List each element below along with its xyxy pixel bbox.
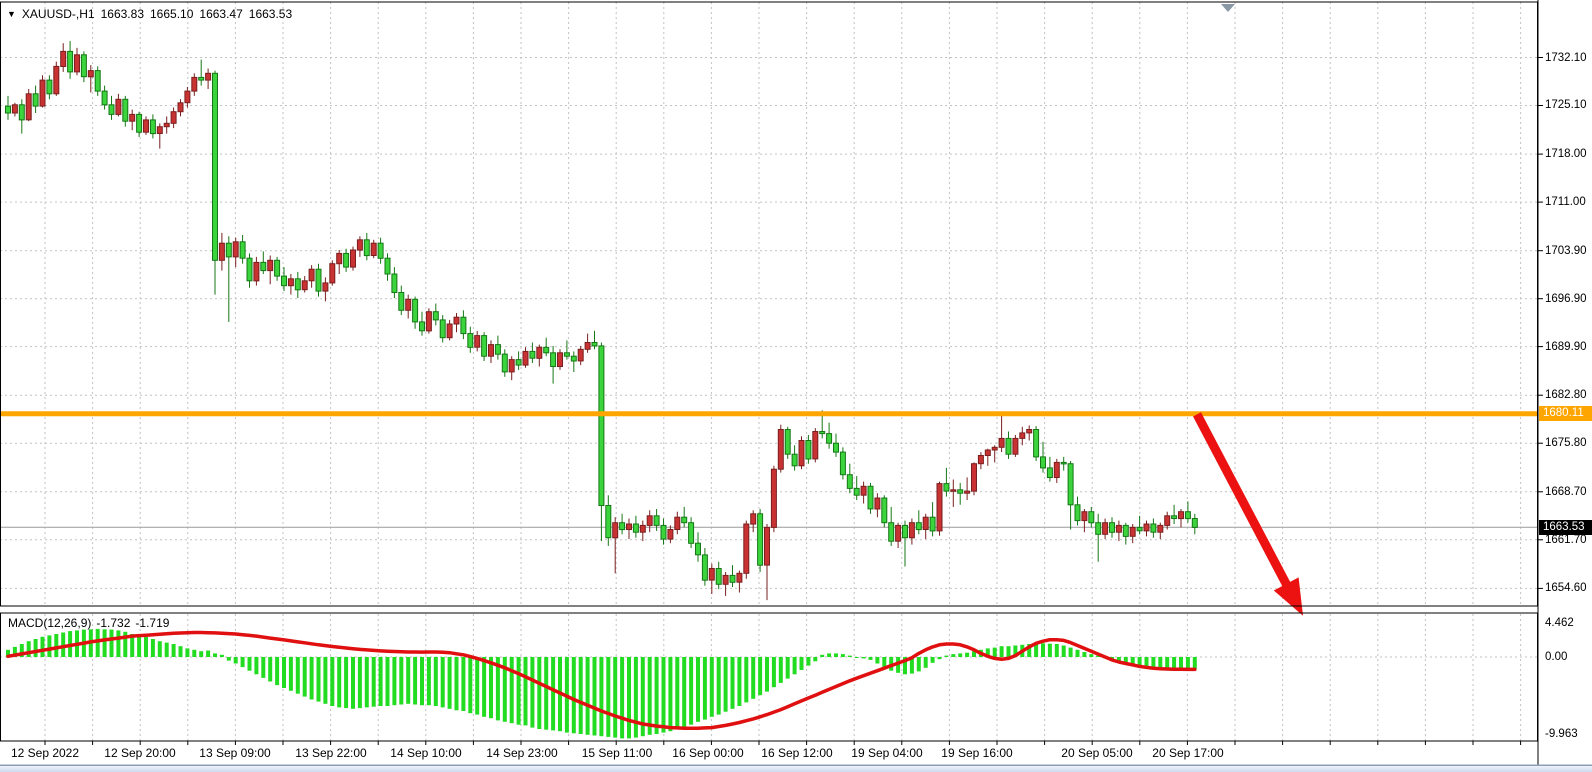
high-value: 1665.10 xyxy=(150,7,193,21)
macd-signal-value: -1.719 xyxy=(135,616,169,630)
time-tick-label: 14 Sep 23:00 xyxy=(486,746,557,760)
macd-tick-label: 0.00 xyxy=(1545,650,1591,664)
time-tick-label: 12 Sep 2022 xyxy=(11,746,79,760)
price-tick-label: 1711.00 xyxy=(1545,195,1591,209)
time-tick-label: 14 Sep 10:00 xyxy=(390,746,461,760)
time-tick-label: 12 Sep 20:00 xyxy=(104,746,175,760)
price-tick-label: 1696.90 xyxy=(1545,292,1591,306)
price-tick-label: 1668.70 xyxy=(1545,485,1591,499)
trend-down-arrow[interactable] xyxy=(1197,414,1303,615)
price-tick-label: 1718.00 xyxy=(1545,147,1591,161)
time-tick-label: 19 Sep 04:00 xyxy=(851,746,922,760)
chart-canvas[interactable] xyxy=(0,0,1592,772)
macd-indicator-header: MACD(12,26,9) -1.732 -1.719 xyxy=(8,616,174,630)
chart-ohlc-header: ▼ XAUUSD-,H1 1663.83 1665.10 1663.47 1663.53 xyxy=(7,7,298,21)
price-tick-label: 1661.70 xyxy=(1545,533,1591,547)
scroll-position-marker-icon[interactable] xyxy=(1221,4,1235,12)
time-tick-label: 16 Sep 00:00 xyxy=(672,746,743,760)
grid-vertical xyxy=(45,2,1521,745)
symbol-collapse-triangle-icon[interactable]: ▼ xyxy=(7,9,16,19)
low-value: 1663.47 xyxy=(199,7,242,21)
trading-terminal-chart-window: { "header": { "dropdown_icon": "chart-sy… xyxy=(0,0,1592,772)
macd-main-value: -1.732 xyxy=(96,616,130,630)
close-value: 1663.53 xyxy=(249,7,292,21)
chart-plot-area[interactable] xyxy=(0,0,1592,772)
current-bid-price-badge: 1663.53 xyxy=(1539,520,1592,535)
price-tick-label: 1682.80 xyxy=(1545,388,1591,402)
price-tick-label: 1703.90 xyxy=(1545,244,1591,258)
price-tick-label: 1732.10 xyxy=(1545,51,1591,65)
time-tick-label: 20 Sep 05:00 xyxy=(1061,746,1132,760)
price-tick-label: 1689.90 xyxy=(1545,340,1591,354)
time-tick-label: 13 Sep 22:00 xyxy=(295,746,366,760)
time-tick-label: 13 Sep 09:00 xyxy=(199,746,270,760)
price-tick-label: 1654.60 xyxy=(1545,581,1591,595)
time-tick-label: 19 Sep 16:00 xyxy=(941,746,1012,760)
open-value: 1663.83 xyxy=(101,7,144,21)
macd-tick-label: 4.462 xyxy=(1545,616,1591,630)
time-tick-label: 15 Sep 11:00 xyxy=(582,746,653,760)
window-bottom-strip xyxy=(0,765,1592,772)
macd-label: MACD(12,26,9) xyxy=(8,616,91,630)
macd-tick-label: -9.963 xyxy=(1545,727,1591,741)
horizontal-line-price-badge: 1680.11 xyxy=(1539,406,1592,421)
candles-layer xyxy=(6,41,1198,600)
grid-horizontal xyxy=(0,58,1543,658)
price-tick-label: 1675.80 xyxy=(1545,436,1591,450)
panel-borders xyxy=(0,0,1592,765)
macd-histogram xyxy=(6,629,1197,739)
price-tick-label: 1725.10 xyxy=(1545,98,1591,112)
symbol-period-label: XAUUSD-,H1 xyxy=(22,7,95,21)
time-tick-label: 20 Sep 17:00 xyxy=(1152,746,1223,760)
time-tick-label: 16 Sep 12:00 xyxy=(761,746,832,760)
